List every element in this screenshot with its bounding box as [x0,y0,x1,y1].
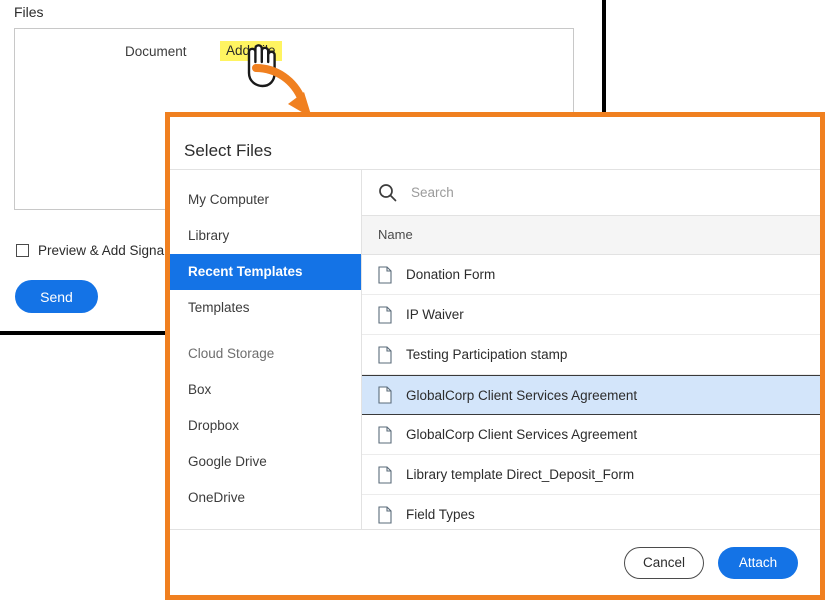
sidebar-item-box[interactable]: Box [170,372,361,408]
list-item-label: Field Types [406,507,475,522]
document-icon [378,346,392,364]
list-item-selected[interactable]: GlobalCorp Client Services Agreement [362,375,820,415]
document-icon [378,426,392,444]
search-bar[interactable] [362,170,820,216]
dialog-footer: Cancel Attach [170,529,820,595]
sidebar-group-cloud-storage: Cloud Storage [170,336,361,372]
document-label: Document [125,44,187,59]
preview-label: Preview & Add Signa [38,243,164,258]
list-item-label: IP Waiver [406,307,464,322]
list-item[interactable]: Donation Form [362,255,820,295]
list-item-label: GlobalCorp Client Services Agreement [406,388,637,403]
dialog-main-panel: Name Donation Form IP [362,170,820,529]
document-icon [378,386,392,404]
page-title: Files [14,4,44,20]
list-item[interactable]: Testing Participation stamp [362,335,820,375]
list-item[interactable]: GlobalCorp Client Services Agreement [362,415,820,455]
mouse-cursor-icon [238,40,278,88]
sidebar-item-library[interactable]: Library [170,218,361,254]
search-icon [378,183,397,202]
preview-add-signature-row[interactable]: Preview & Add Signa [16,243,164,258]
list-item-label: GlobalCorp Client Services Agreement [406,427,637,442]
document-icon [378,306,392,324]
select-files-dialog: Select Files My Computer Library Recent … [165,112,825,600]
dialog-title: Select Files [170,117,820,169]
search-input[interactable] [409,184,713,201]
send-button[interactable]: Send [15,280,98,313]
list-item[interactable]: IP Waiver [362,295,820,335]
cancel-button[interactable]: Cancel [624,547,704,579]
document-icon [378,506,392,524]
dialog-sidebar: My Computer Library Recent Templates Tem… [170,170,362,529]
preview-checkbox[interactable] [16,244,29,257]
list-item-label: Library template Direct_Deposit_Form [406,467,634,482]
attach-button[interactable]: Attach [718,547,798,579]
file-list: Donation Form IP Waiver [362,255,820,529]
sidebar-item-onedrive[interactable]: OneDrive [170,480,361,516]
column-header-name: Name [362,216,820,255]
sidebar-item-recent-templates[interactable]: Recent Templates [170,254,361,290]
list-item-label: Donation Form [406,267,495,282]
sidebar-item-templates[interactable]: Templates [170,290,361,326]
sidebar-item-google-drive[interactable]: Google Drive [170,444,361,480]
sidebar-item-dropbox[interactable]: Dropbox [170,408,361,444]
list-item[interactable]: Library template Direct_Deposit_Form [362,455,820,495]
list-item[interactable]: Field Types [362,495,820,529]
list-item-label: Testing Participation stamp [406,347,567,362]
sidebar-item-my-computer[interactable]: My Computer [170,182,361,218]
document-icon [378,266,392,284]
document-icon [378,466,392,484]
